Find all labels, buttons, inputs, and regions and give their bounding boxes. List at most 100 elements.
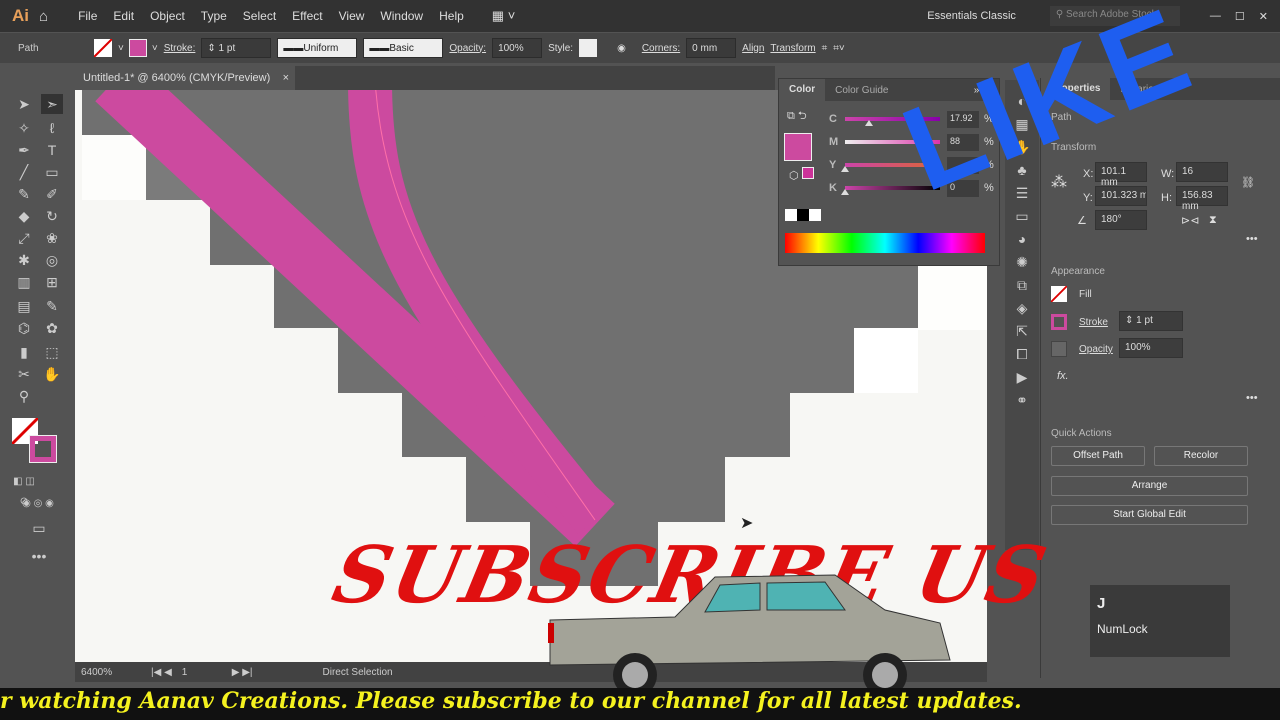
magic-wand-icon[interactable]: ✧ (13, 118, 35, 138)
chevron-down-icon[interactable]: ˅ (118, 43, 124, 54)
menu-edit[interactable]: Edit (113, 9, 134, 23)
artboard-nav-next-icon[interactable]: ▶ ▶| (232, 667, 253, 678)
fx-button[interactable]: fx. (1057, 370, 1069, 382)
document-tab[interactable]: Untitled-1* @ 6400% (CMYK/Preview) × (75, 66, 295, 90)
lasso-icon[interactable]: ℓ (41, 118, 63, 138)
align-button[interactable]: Align (742, 43, 764, 54)
menu-help[interactable]: Help (439, 9, 464, 23)
zoom-tool-icon[interactable]: ⚲ (13, 386, 35, 406)
stroke-weight-input[interactable]: ⇕ 1 pt (1119, 311, 1183, 331)
opacity-label[interactable]: Opacity (1079, 344, 1113, 355)
export-icon[interactable]: ⇱ (1005, 320, 1039, 343)
menu-select[interactable]: Select (243, 9, 276, 23)
opacity-input[interactable]: 100% (492, 38, 543, 58)
actions-icon[interactable]: ▶ (1005, 366, 1039, 389)
stroke-color-box[interactable] (29, 435, 57, 463)
fill-swatch[interactable] (1051, 286, 1067, 302)
appearance-icon[interactable]: ✺ (1005, 251, 1039, 274)
scale-tool-icon[interactable]: ⤢ (13, 228, 35, 248)
artboard-number[interactable]: 1 (182, 667, 222, 678)
slider-thumb[interactable] (841, 189, 849, 195)
maximize-button[interactable]: ☐ (1235, 10, 1245, 23)
perspective-grid-icon[interactable]: ▥ (13, 272, 35, 292)
puppet-warp-icon[interactable]: ✱ (13, 250, 35, 270)
paintbrush-icon[interactable]: ✎ (13, 184, 35, 204)
rotate-angle-input[interactable]: 180° (1095, 210, 1147, 230)
type-tool-icon[interactable]: T (41, 140, 63, 160)
transparency-icon[interactable]: ◕ (1005, 228, 1039, 251)
workspace-switcher[interactable]: Essentials Classic (927, 10, 1016, 22)
close-window-button[interactable]: ✕ (1259, 10, 1268, 23)
select-similar-icon[interactable]: ⌗˅ (833, 43, 844, 54)
offset-path-button[interactable]: Offset Path (1051, 446, 1145, 466)
graphic-styles-icon[interactable]: ⧉ (1005, 274, 1039, 297)
slice-tool-icon[interactable]: ✂ (13, 364, 35, 384)
fill-swatch[interactable] (94, 39, 112, 57)
asset-export-icon[interactable]: ⧠ (1005, 343, 1039, 366)
h-input[interactable]: 156.83 mm (1176, 186, 1228, 212)
zoom-level[interactable]: 6400% (81, 667, 141, 678)
draw-mode-icon[interactable]: ◧ ◫ ⊘ (13, 472, 35, 507)
minimize-button[interactable]: — (1210, 10, 1221, 22)
y-input[interactable]: 101.323 mm (1095, 186, 1147, 206)
direct-selection-tool-icon[interactable]: ➣ (41, 94, 63, 114)
chevron-down-icon[interactable]: ˅ (152, 43, 158, 54)
menu-effect[interactable]: Effect (292, 9, 322, 23)
shape-builder-icon[interactable]: ◎ (41, 250, 63, 270)
slider-thumb[interactable] (841, 166, 849, 172)
corners-input[interactable]: 0 mm (686, 38, 737, 58)
menu-file[interactable]: File (78, 9, 97, 23)
layers-icon[interactable]: ◈ (1005, 297, 1039, 320)
none-black-white-swatches[interactable] (785, 209, 821, 221)
start-global-edit-button[interactable]: Start Global Edit (1051, 505, 1248, 525)
flip-horizontal-icon[interactable]: ⊳⊲ (1181, 214, 1199, 227)
menu-type[interactable]: Type (201, 9, 227, 23)
stroke-label[interactable]: Stroke: (164, 43, 196, 54)
gradient-tool-icon[interactable]: ▤ (13, 296, 35, 316)
eyedropper-icon[interactable]: ✎ (41, 296, 63, 316)
menu-view[interactable]: View (339, 9, 365, 23)
line-tool-icon[interactable]: ╱ (13, 162, 35, 182)
edit-toolbar-icon[interactable]: ••• (28, 546, 50, 566)
transform-button[interactable]: Transform (770, 43, 815, 54)
symbol-sprayer-icon[interactable]: ✿ (41, 318, 63, 338)
stroke-swatch[interactable] (1051, 314, 1067, 330)
screen-mode-icon[interactable]: ▭ (28, 518, 50, 538)
close-tab-button[interactable]: × (283, 72, 289, 84)
stroke-swatch[interactable] (128, 39, 147, 57)
blend-tool-icon[interactable]: ⌬ (13, 318, 35, 338)
warp-tool-icon[interactable]: ❀ (41, 228, 63, 248)
isolate-icon[interactable]: ⌗ (822, 43, 828, 54)
w-input[interactable]: 16 (1176, 162, 1228, 182)
opacity-label[interactable]: Opacity: (449, 43, 486, 54)
pen-tool-icon[interactable]: ✒ (13, 140, 35, 160)
opacity-input[interactable]: 100% (1119, 338, 1183, 358)
links-icon[interactable]: ⚭ (1005, 389, 1039, 412)
hand-tool-icon[interactable]: ✋ (41, 364, 63, 384)
slider-thumb[interactable] (864, 120, 873, 126)
eraser-icon[interactable]: ◆ (13, 206, 35, 226)
more-options-button[interactable]: ••• (1246, 233, 1258, 245)
flip-vertical-icon[interactable]: ⧗ (1209, 214, 1217, 227)
more-options-button[interactable]: ••• (1246, 392, 1258, 404)
rectangle-tool-icon[interactable]: ▭ (41, 162, 63, 182)
graph-tool-icon[interactable]: ▮ (13, 342, 35, 362)
x-input[interactable]: 101.1 mm (1095, 162, 1147, 188)
constrain-link-icon[interactable]: ⛓ (1241, 176, 1255, 189)
recolor-icon[interactable]: ◉ (617, 43, 626, 54)
arrange-button[interactable]: Arrange (1051, 476, 1248, 496)
current-tool[interactable]: Direct Selection (323, 667, 393, 678)
tab-color[interactable]: Color (779, 79, 826, 101)
selection-tool-icon[interactable]: ➤ (13, 94, 35, 114)
stroke-icon[interactable]: ▭ (1005, 205, 1039, 228)
variable-width-profile[interactable]: ▬▬ Uniform (277, 38, 358, 58)
menu-window[interactable]: Window (380, 9, 423, 23)
artboard-tool-icon[interactable]: ⬚ (41, 342, 63, 362)
reference-point-icon[interactable]: ⁂ (1051, 172, 1067, 192)
recolor-button[interactable]: Recolor (1154, 446, 1248, 466)
corners-label[interactable]: Corners: (642, 43, 680, 54)
rotate-tool-icon[interactable]: ↻ (41, 206, 63, 226)
draw-inside-icon[interactable]: ◉ ◎ ◉ (13, 494, 63, 514)
arrange-documents-icon[interactable]: ▦ ˅ (492, 8, 516, 24)
mesh-tool-icon[interactable]: ⊞ (41, 272, 63, 292)
